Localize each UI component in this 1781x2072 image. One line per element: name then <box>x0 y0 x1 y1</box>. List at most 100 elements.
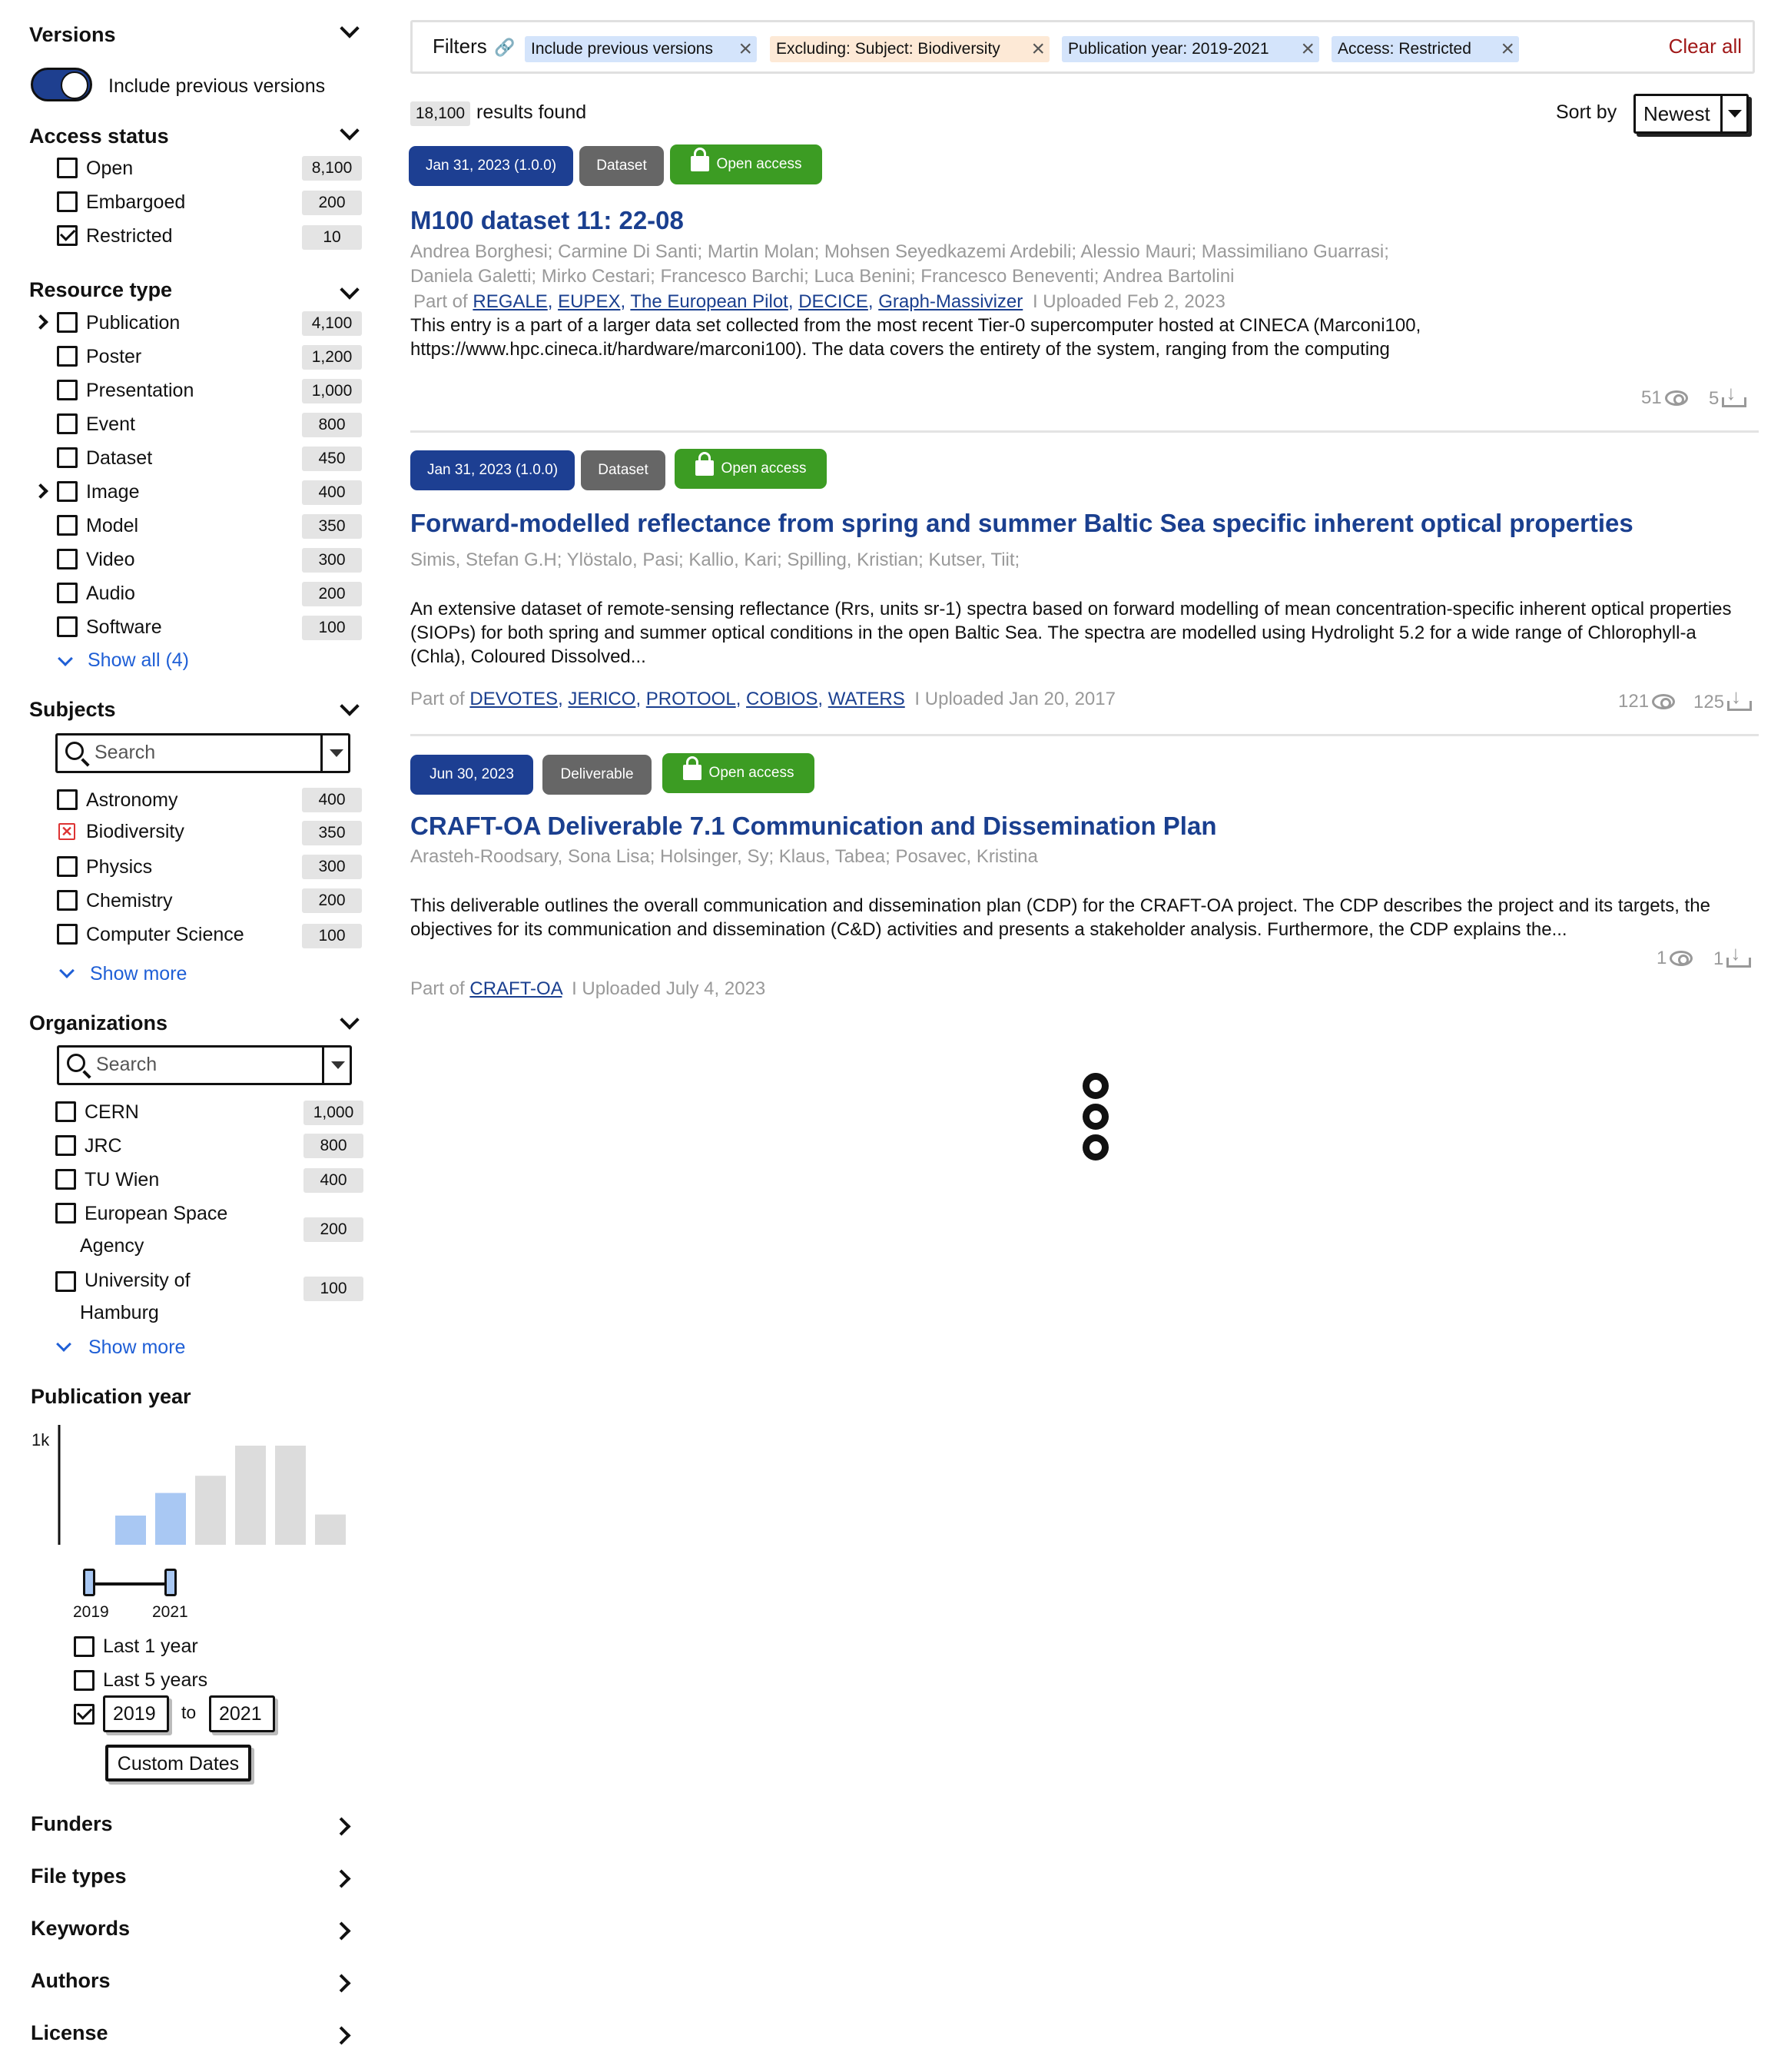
clear-all-filters-link[interactable]: Clear all <box>1669 35 1742 58</box>
resource-type-badge: Dataset <box>581 450 665 490</box>
histogram-bar[interactable] <box>195 1476 226 1545</box>
resource-type-checkbox[interactable] <box>57 616 78 637</box>
last-5-years-checkbox[interactable] <box>74 1670 95 1691</box>
access-restricted-checkbox[interactable] <box>57 225 78 246</box>
remove-filter-icon[interactable]: × <box>1031 36 1045 62</box>
subject-physics-checkbox[interactable] <box>57 856 78 877</box>
year-range-end-handle[interactable] <box>164 1569 177 1596</box>
year-to-input[interactable]: 2021 <box>209 1695 275 1732</box>
part-of-label: Part of <box>410 978 465 999</box>
organizations-show-more-chevron-icon[interactable] <box>56 1337 71 1352</box>
keywords-expand-chevron-icon[interactable] <box>332 1921 351 1941</box>
resource-type-checkbox[interactable] <box>57 447 78 468</box>
license-heading[interactable]: License <box>31 2021 108 2045</box>
community-link[interactable]: WATERS <box>828 689 905 709</box>
community-link[interactable]: JERICO <box>568 689 635 709</box>
remove-filter-icon[interactable]: × <box>738 36 752 62</box>
histogram-bar[interactable] <box>275 1446 306 1545</box>
org-uhh-checkbox[interactable] <box>55 1271 76 1292</box>
organizations-search-input[interactable]: Search <box>57 1045 352 1085</box>
result-title-link[interactable]: M100 dataset 11: 22-08 <box>410 206 684 235</box>
result-title-link[interactable]: CRAFT-OA Deliverable 7.1 Communication a… <box>410 812 1217 841</box>
resource-type-count: 450 <box>302 447 362 471</box>
histogram-bar[interactable] <box>315 1514 346 1545</box>
link-icon[interactable]: 🔗 <box>494 38 515 58</box>
subject-chemistry-checkbox[interactable] <box>57 890 78 911</box>
org-jrc-label: JRC <box>85 1135 122 1157</box>
include-previous-versions-toggle[interactable] <box>31 68 92 101</box>
resource-type-checkbox[interactable] <box>57 312 78 333</box>
resource-type-count: 200 <box>302 582 362 606</box>
file-types-heading[interactable]: File types <box>31 1864 127 1888</box>
organizations-dropdown-arrow-icon[interactable] <box>322 1048 350 1083</box>
license-expand-chevron-icon[interactable] <box>332 2026 351 2045</box>
org-tu-wien-checkbox[interactable] <box>55 1169 76 1190</box>
result-description: An extensive dataset of remote-sensing r… <box>410 599 1732 667</box>
subjects-search-input[interactable]: Search <box>55 733 350 773</box>
filter-chip-excluding-biodiversity: Excluding: Subject: Biodiversity × <box>770 36 1050 62</box>
funders-heading[interactable]: Funders <box>31 1812 113 1836</box>
last-1-year-checkbox[interactable] <box>74 1636 95 1657</box>
downloads-stat: 1 <box>1713 941 1752 970</box>
histogram-bar[interactable] <box>115 1516 146 1545</box>
file-types-expand-chevron-icon[interactable] <box>332 1869 351 1888</box>
keywords-heading[interactable]: Keywords <box>31 1917 130 1941</box>
result-description: This entry is a part of a larger data se… <box>410 315 1421 360</box>
versions-collapse-chevron-icon[interactable] <box>340 18 360 38</box>
community-link[interactable]: EUPEX <box>558 291 620 312</box>
subject-biodiversity-excluded-checkbox[interactable] <box>58 823 75 840</box>
subjects-show-more-link[interactable]: Show more <box>90 963 187 985</box>
organizations-show-more-link[interactable]: Show more <box>88 1337 185 1359</box>
subject-computer-science-checkbox[interactable] <box>57 924 78 945</box>
resource-type-collapse-chevron-icon[interactable] <box>340 280 360 300</box>
subject-astronomy-checkbox[interactable] <box>57 789 78 810</box>
subjects-dropdown-arrow-icon[interactable] <box>320 735 348 771</box>
custom-dates-button[interactable]: Custom Dates <box>105 1745 251 1781</box>
community-link[interactable]: DEVOTES <box>469 689 558 709</box>
histogram-bar[interactable] <box>235 1446 266 1545</box>
histogram-bar[interactable] <box>155 1493 186 1545</box>
remove-filter-icon[interactable]: × <box>1301 36 1315 62</box>
remove-filter-icon[interactable]: × <box>1501 36 1514 62</box>
access-open-checkbox[interactable] <box>57 158 78 178</box>
expand-subtype-chevron-icon[interactable] <box>33 483 48 499</box>
org-cern-checkbox[interactable] <box>55 1101 76 1122</box>
custom-range-checkbox[interactable] <box>74 1704 95 1725</box>
resource-type-checkbox[interactable] <box>57 583 78 603</box>
show-all-chevron-icon[interactable] <box>58 651 73 666</box>
resource-type-checkbox[interactable] <box>57 413 78 434</box>
funders-expand-chevron-icon[interactable] <box>332 1817 351 1836</box>
downloads-stat: 5 <box>1709 381 1747 410</box>
resource-type-checkbox[interactable] <box>57 380 78 400</box>
access-embargoed-checkbox[interactable] <box>57 191 78 212</box>
result-title-link[interactable]: Forward-modelled reflectance from spring… <box>410 509 1633 538</box>
resource-type-checkbox[interactable] <box>57 549 78 569</box>
community-link[interactable]: Graph-Massivizer <box>878 291 1023 312</box>
year-range-start-handle[interactable] <box>83 1569 95 1596</box>
resource-type-checkbox[interactable] <box>57 346 78 367</box>
sort-select[interactable]: Newest <box>1633 94 1749 134</box>
community-link[interactable]: The European Pilot <box>630 291 788 312</box>
publication-year-heading: Publication year <box>31 1385 191 1408</box>
filter-chip-text: Include previous versions <box>531 40 713 58</box>
access-status-collapse-chevron-icon[interactable] <box>340 121 360 141</box>
org-esa-checkbox[interactable] <box>55 1203 76 1224</box>
authors-expand-chevron-icon[interactable] <box>332 1974 351 1993</box>
community-link[interactable]: PROTOOL <box>646 689 736 709</box>
community-link[interactable]: REGALE <box>473 291 547 312</box>
resource-type-checkbox[interactable] <box>57 515 78 536</box>
year-from-input[interactable]: 2019 <box>103 1695 169 1732</box>
community-link[interactable]: DECICE <box>798 291 868 312</box>
subjects-collapse-chevron-icon[interactable] <box>340 696 360 716</box>
authors-heading[interactable]: Authors <box>31 1969 111 1993</box>
community-link[interactable]: CRAFT-OA <box>469 978 562 999</box>
resource-type-checkbox[interactable] <box>57 481 78 502</box>
organizations-collapse-chevron-icon[interactable] <box>340 1010 360 1030</box>
community-link[interactable]: COBIOS <box>746 689 818 709</box>
subjects-show-more-chevron-icon[interactable] <box>59 963 75 978</box>
views-count: 121 <box>1618 691 1650 712</box>
resource-show-all-link[interactable]: Show all (4) <box>88 649 189 672</box>
expand-subtype-chevron-icon[interactable] <box>33 314 48 330</box>
org-jrc-checkbox[interactable] <box>55 1135 76 1156</box>
filter-chip-text: Access: Restricted <box>1338 40 1471 58</box>
